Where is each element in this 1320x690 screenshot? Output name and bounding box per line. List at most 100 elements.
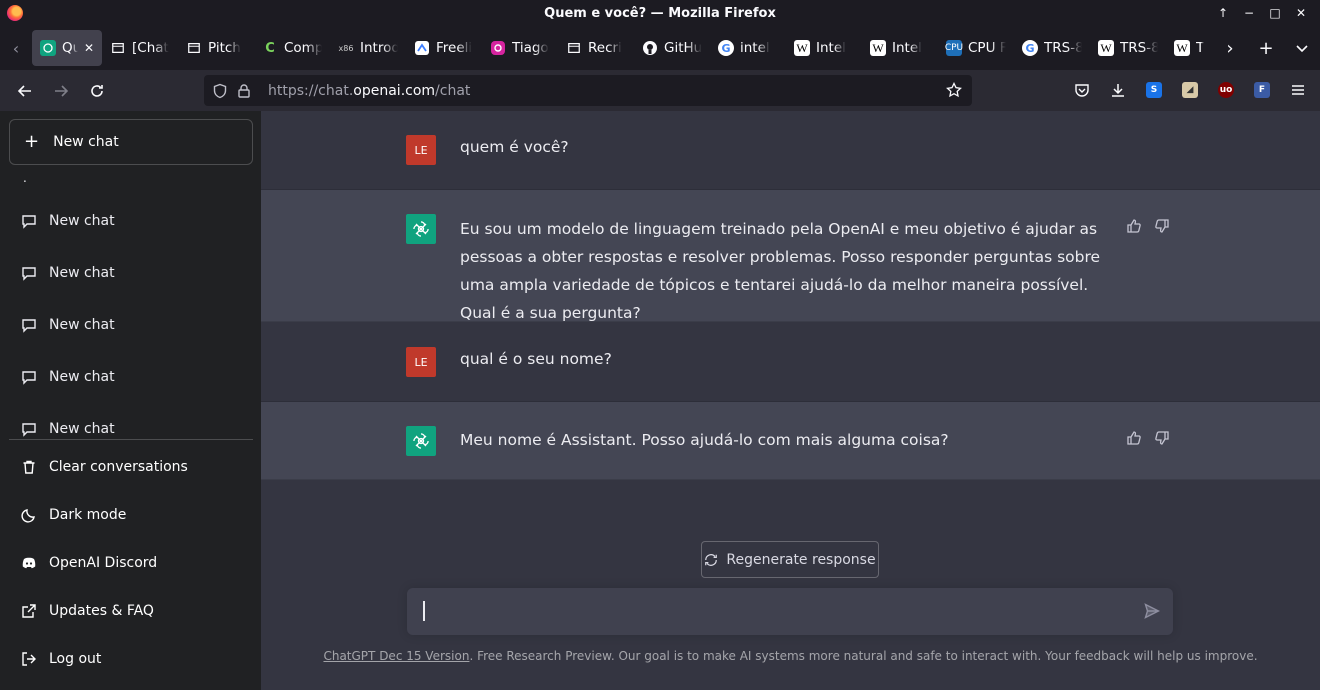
- extension-s-button[interactable]: S: [1138, 74, 1170, 106]
- sidebar-chat-label: New chat: [49, 265, 115, 281]
- tab-label: Recri: [588, 40, 622, 56]
- tab-label: T: [1196, 40, 1205, 56]
- reload-button[interactable]: [79, 75, 115, 107]
- navigation-bar: https://chat.openai.com/chat S ◢ uo F: [0, 70, 1320, 111]
- sidebar-divider: [9, 439, 253, 440]
- extension-s-icon: S: [1146, 82, 1162, 98]
- sidebar-external-link-button[interactable]: Updates & FAQ: [9, 587, 253, 635]
- pocket-button[interactable]: [1066, 74, 1098, 106]
- chat-bubble-icon: [21, 317, 37, 333]
- list-all-tabs-button[interactable]: [1284, 30, 1320, 66]
- download-icon: [1112, 84, 1124, 97]
- thumbs-down-icon[interactable]: [1153, 217, 1171, 235]
- sidebar-chat-label: New chat: [49, 369, 115, 385]
- sidebar-trash-button[interactable]: Clear conversations: [9, 443, 253, 491]
- folder-icon: [186, 40, 202, 56]
- tab-11[interactable]: W Intel: [862, 30, 938, 66]
- tab-1[interactable]: [Chat: [102, 30, 178, 66]
- sidebar-moon-button[interactable]: Dark mode: [9, 491, 253, 539]
- feedback-buttons: [1125, 429, 1171, 447]
- tab-12[interactable]: CPU CPU F: [938, 30, 1014, 66]
- sidebar-chat-item[interactable]: New chat: [9, 251, 253, 295]
- tab-2[interactable]: Pitch: [178, 30, 254, 66]
- sidebar-discord-button[interactable]: OpenAI Discord: [9, 539, 253, 587]
- extension-foe-icon: F: [1254, 82, 1270, 98]
- tab-13[interactable]: G TRS-8: [1014, 30, 1090, 66]
- regenerate-response-button[interactable]: Regenerate response: [701, 541, 879, 578]
- sidebar-bottom-label: Clear conversations: [49, 459, 188, 475]
- message-input[interactable]: [421, 588, 1121, 635]
- instagram-icon: [490, 40, 506, 56]
- tab-6[interactable]: Tiago: [482, 30, 558, 66]
- new-tab-button[interactable]: +: [1248, 30, 1284, 66]
- app-menu-button[interactable]: [1282, 74, 1314, 106]
- tab-label: Quem: [62, 40, 78, 56]
- tab-label: Freeli: [436, 40, 473, 56]
- site-security-icon[interactable]: [232, 79, 256, 103]
- extension-foe-button[interactable]: F: [1246, 74, 1278, 106]
- message-composer[interactable]: [407, 588, 1173, 635]
- version-link[interactable]: ChatGPT Dec 15 Version: [323, 649, 469, 663]
- thumbs-up-icon[interactable]: [1125, 217, 1143, 235]
- user-message: LE quem é você?: [261, 111, 1320, 190]
- message-text: quem é você?: [460, 138, 569, 156]
- sidebar-logout-button[interactable]: Log out: [9, 635, 253, 683]
- sidebar-chat-item[interactable]: New chat: [9, 355, 253, 399]
- tab-9[interactable]: Gintel: [710, 30, 786, 66]
- sidebar-bottom-label: Updates & FAQ: [49, 603, 154, 619]
- sidebar-chat-item[interactable]: New chat: [9, 407, 253, 440]
- thumbs-up-icon[interactable]: [1125, 429, 1143, 447]
- sidebar-chat-label: New chat: [49, 213, 115, 229]
- tab-10[interactable]: W Intel: [786, 30, 862, 66]
- user-avatar: LE: [406, 135, 436, 165]
- window-titlebar: Quem e você? — Mozilla Firefox ↑ − □ ✕: [0, 0, 1320, 26]
- tab-0[interactable]: Quem ✕: [32, 30, 102, 66]
- tab-3[interactable]: C Comp: [254, 30, 330, 66]
- send-button[interactable]: [1143, 602, 1161, 620]
- pocket-icon: [1075, 84, 1089, 97]
- message-text: qual é o seu nome?: [460, 350, 612, 368]
- cpu-icon: CPU: [945, 40, 963, 56]
- window-maximize-button[interactable]: □: [1264, 4, 1286, 22]
- url-text[interactable]: https://chat.openai.com/chat: [268, 83, 470, 99]
- tab-5[interactable]: Freeli: [406, 30, 482, 66]
- ublock-origin-button[interactable]: uo: [1210, 74, 1242, 106]
- url-domain: openai.com: [353, 82, 436, 99]
- chat-bubble-icon: [21, 421, 37, 437]
- tab-14[interactable]: W TRS-8: [1090, 30, 1166, 66]
- chat-sidebar: + New chat . New chat New chat New chat New…: [0, 111, 261, 690]
- forward-button[interactable]: [43, 75, 79, 107]
- ublock-icon: uo: [1218, 82, 1234, 98]
- tab-7[interactable]: Recri: [558, 30, 634, 66]
- logout-icon: [21, 651, 37, 667]
- wikipedia-icon: W: [1174, 40, 1190, 56]
- tab-4[interactable]: x86 Introd: [330, 30, 406, 66]
- tab-15[interactable]: WT: [1166, 30, 1212, 66]
- sidebar-bottom-label: Log out: [49, 651, 102, 667]
- toolbar-extensions: S ◢ uo F: [1066, 74, 1314, 106]
- sidebar-chat-item[interactable]: New chat: [9, 199, 253, 243]
- tab-scroll-left-button[interactable]: ‹: [0, 26, 32, 70]
- tab-scroll-right-button[interactable]: ›: [1212, 30, 1248, 66]
- back-button[interactable]: [7, 75, 43, 107]
- sidebar-chat-item[interactable]: New chat: [9, 303, 253, 347]
- star-icon: [946, 82, 962, 98]
- new-chat-button[interactable]: + New chat: [9, 119, 253, 165]
- downloads-button[interactable]: [1102, 74, 1134, 106]
- url-bar[interactable]: https://chat.openai.com/chat: [204, 75, 972, 106]
- user-message: LE qual é o seu nome?: [261, 322, 1320, 402]
- bookmark-star-button[interactable]: [942, 78, 966, 102]
- x86-icon: x86: [338, 43, 354, 53]
- window-minimize-button[interactable]: −: [1238, 4, 1260, 22]
- window-close-button[interactable]: ✕: [1290, 4, 1312, 22]
- lock-icon: [238, 83, 250, 98]
- tab-8[interactable]: GitHu: [634, 30, 710, 66]
- thumbs-down-icon[interactable]: [1153, 429, 1171, 447]
- window-keep-above-button[interactable]: ↑: [1212, 4, 1234, 22]
- footer-disclaimer: ChatGPT Dec 15 Version. Free Research Pr…: [261, 649, 1320, 663]
- tracking-protection-icon[interactable]: [208, 79, 232, 103]
- close-tab-icon[interactable]: ✕: [84, 41, 94, 55]
- google-icon: G: [718, 40, 734, 56]
- folder-icon: [110, 40, 126, 56]
- extension-shoe-button[interactable]: ◢: [1174, 74, 1206, 106]
